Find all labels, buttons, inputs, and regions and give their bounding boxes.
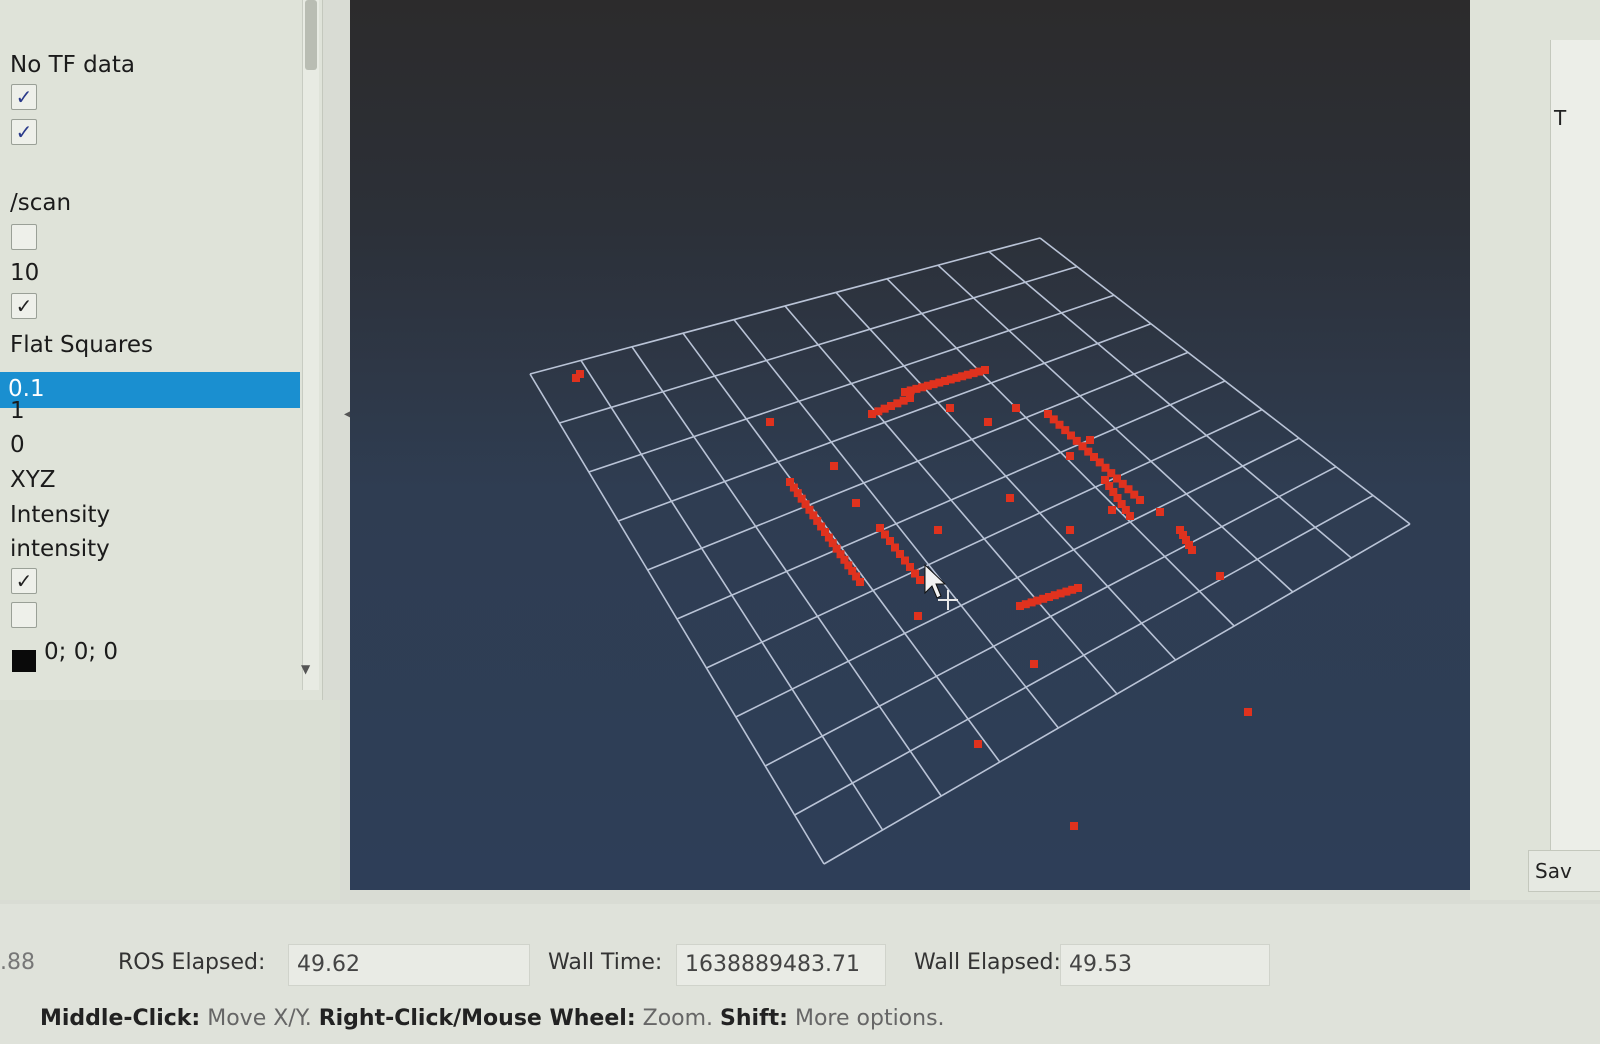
scan-point [1086,436,1094,444]
save-button[interactable]: Sav [1528,850,1600,892]
right-click-action: Zoom. [642,1006,714,1031]
topic-value[interactable]: /scan [10,188,71,218]
shift-label: Shift: [720,1006,788,1031]
selectable-checkbox[interactable]: ✓ [11,293,37,319]
views-panel-content [1550,40,1600,870]
wall-time-label: Wall Time: [548,950,663,975]
left-panel-empty-area [0,700,340,900]
scan-point [856,578,864,586]
grid-line [794,494,1374,816]
channel-name-value[interactable]: intensity [10,534,110,564]
scan-point [1012,404,1020,412]
display-properties-panel: No TF data ✓ ✓ /scan 10 ✓ Flat Squares 0… [0,0,323,700]
scan-point [1030,660,1038,668]
status-hint-bar: Middle-Click: Move X/Y. Right-Click/Mous… [0,1004,1600,1044]
scan-point [1126,512,1134,520]
min-color-swatch[interactable] [12,650,36,672]
scan-point [1216,572,1224,580]
scan-point [1066,526,1074,534]
views-tab-label[interactable]: T [1554,106,1566,130]
show-trail-checkbox[interactable]: ✓ [11,119,37,145]
wall-elapsed-field: 49.53 [1060,944,1270,986]
scan-point [1070,822,1078,830]
size-row-selected[interactable]: 0.1 [0,372,300,408]
grid-line [1039,237,1411,525]
invert-rainbow-checkbox[interactable] [11,602,37,628]
ros-elapsed-field: 49.62 [288,944,530,986]
ground-grid [529,237,1411,865]
unreliable-checkbox[interactable] [11,224,37,250]
grid-line [937,264,1294,593]
scan-point [1074,584,1082,592]
views-panel: T Sav [1470,0,1600,900]
grid-line [706,408,1263,669]
scan-point [852,499,860,507]
grid-line [835,291,1177,661]
scan-point [576,370,584,378]
enabled-checkbox[interactable]: ✓ [11,84,37,110]
position-transformer-value[interactable]: XYZ [10,465,56,495]
ros-time-value: .88 [0,950,35,975]
scan-point [934,526,942,534]
wall-time-field: 1638889483.71 [676,944,886,986]
scan-point [1066,452,1074,460]
scan-point [1108,506,1116,514]
scan-point [981,366,989,374]
scan-point [1244,708,1252,716]
style-value[interactable]: Flat Squares [10,330,153,360]
scan-point [974,740,982,748]
min-color-value[interactable]: 0; 0; 0 [44,637,118,667]
queue-size-value[interactable]: 10 [10,258,39,288]
scan-point [1136,496,1144,504]
scan-point [916,576,924,584]
decay-time-value[interactable]: 0 [10,430,25,460]
wall-elapsed-label: Wall Elapsed: [914,950,1061,975]
laser-scan-points [572,366,1252,830]
shift-action: More options. [794,1006,945,1031]
scan-point [1156,508,1164,516]
ros-elapsed-label: ROS Elapsed: [118,950,266,975]
scan-point [906,394,914,402]
middle-click-action: Move X/Y. [207,1006,312,1031]
scan-point [914,612,922,620]
render-viewport[interactable] [350,0,1470,890]
scene-canvas [529,237,1411,865]
scan-point [830,462,838,470]
scroll-down-icon[interactable]: ▼ [301,662,310,676]
scrollbar-thumb[interactable] [305,0,317,70]
mouse-cursor-icon [924,563,958,610]
color-transformer-value[interactable]: Intensity [10,500,110,530]
alpha-value[interactable]: 1 [10,396,25,426]
panel-scrollbar[interactable] [302,0,319,690]
scan-point [1006,494,1014,502]
scan-point [766,418,774,426]
scan-point [946,404,954,412]
scan-point [984,418,992,426]
right-click-label: Right-Click/Mouse Wheel: [318,1006,636,1031]
status-value: No TF data [10,52,135,78]
use-rainbow-checkbox[interactable]: ✓ [11,568,37,594]
middle-click-label: Middle-Click: [40,1006,201,1031]
scan-point [1188,546,1196,554]
